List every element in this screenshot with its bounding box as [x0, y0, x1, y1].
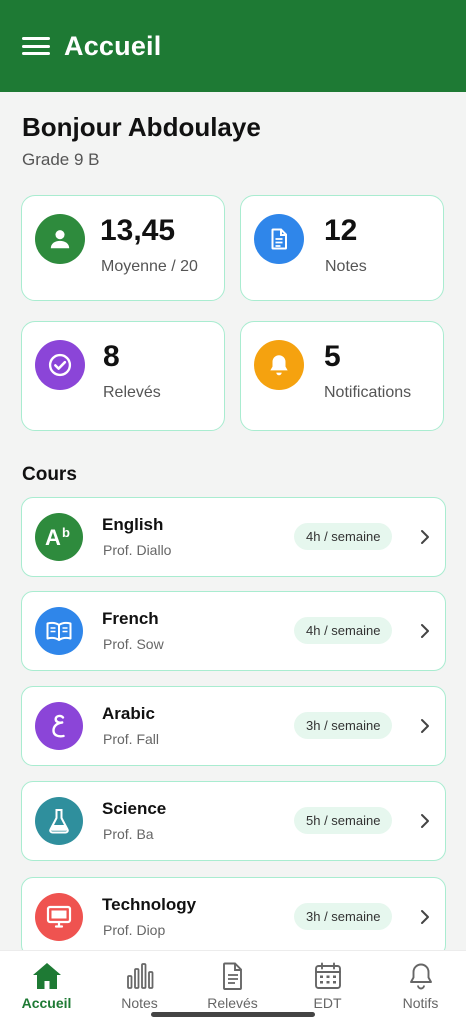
check-badge-icon: [35, 340, 85, 390]
hours-badge: 4h / semaine: [294, 523, 393, 550]
course-item-science[interactable]: Science Prof. Ba 5h / semaine: [21, 781, 446, 861]
bell-icon: [404, 959, 438, 993]
home-indicator: [151, 1012, 315, 1017]
language-ab-icon: Ab: [35, 513, 83, 561]
svg-text:b: b: [62, 525, 70, 540]
nav-label: EDT: [313, 995, 342, 1011]
course-item-arabic[interactable]: Arabic Prof. Fall 3h / semaine: [21, 686, 446, 766]
stat-card-notifications[interactable]: 5 Notifications: [240, 321, 444, 431]
chevron-right-icon: [415, 619, 435, 643]
stat-label: Notes: [325, 258, 367, 275]
nav-item-releves[interactable]: Relevés: [186, 951, 279, 1015]
monitor-icon: [35, 893, 83, 941]
course-name: French: [102, 609, 159, 628]
course-name: Arabic: [102, 704, 155, 723]
nav-item-accueil[interactable]: Accueil: [0, 951, 93, 1015]
nav-label: Notifs: [402, 995, 439, 1011]
chevron-right-icon: [415, 525, 435, 549]
nav-label: Accueil: [21, 995, 72, 1011]
bar-chart-icon: [123, 959, 157, 993]
course-teacher: Prof. Sow: [103, 636, 164, 652]
hours-badge: 3h / semaine: [294, 903, 393, 930]
nav-label: Notes: [121, 995, 158, 1011]
calendar-icon: [311, 959, 345, 993]
stat-value: 8: [103, 340, 120, 373]
course-name: Science: [102, 799, 167, 818]
stat-label: Relevés: [103, 384, 161, 401]
stat-value: 12: [324, 214, 358, 247]
course-teacher: Prof. Fall: [103, 731, 160, 747]
document-icon: [216, 959, 250, 993]
stat-card-releves[interactable]: 8 Relevés: [21, 321, 225, 431]
stat-card-notes[interactable]: 12 Notes: [240, 195, 444, 301]
stat-label: Notifications: [324, 384, 412, 401]
course-item-english[interactable]: Ab English Prof. Diallo 4h / semaine: [21, 497, 446, 577]
bell-icon: [254, 340, 304, 390]
course-name: Technology: [102, 895, 197, 914]
course-item-french[interactable]: French Prof. Sow 4h / semaine: [21, 591, 446, 671]
nav-item-notifs[interactable]: Notifs: [374, 951, 466, 1015]
nav-label: Relevés: [207, 995, 258, 1011]
course-item-technology[interactable]: Technology Prof. Diop 3h / semaine: [21, 877, 446, 957]
app-bar: Accueil: [0, 0, 466, 92]
chevron-right-icon: [415, 809, 435, 833]
greeting-title: Bonjour Abdoulaye: [22, 112, 261, 142]
page-title: Accueil: [64, 30, 162, 61]
user-icon: [35, 214, 85, 264]
nav-item-edt[interactable]: EDT: [281, 951, 374, 1015]
nav-item-notes[interactable]: Notes: [93, 951, 186, 1015]
hours-badge: 5h / semaine: [294, 807, 393, 834]
book-open-icon: [35, 607, 83, 655]
stat-card-average[interactable]: 13,45 Moyenne / 20: [21, 195, 225, 301]
stat-value: 13,45: [100, 214, 176, 247]
home-icon: [30, 959, 64, 993]
arabic-letter-icon: [35, 702, 83, 750]
stat-label: Moyenne / 20: [101, 258, 198, 275]
chevron-right-icon: [415, 905, 435, 929]
stat-value: 5: [324, 340, 341, 373]
course-teacher: Prof. Diallo: [103, 542, 172, 558]
flask-icon: [35, 797, 83, 845]
hours-badge: 4h / semaine: [294, 617, 393, 644]
document-icon: [254, 214, 304, 264]
menu-icon[interactable]: [22, 35, 50, 57]
grade-label: Grade 9 B: [22, 150, 100, 169]
courses-section-title: Cours: [22, 464, 77, 485]
course-teacher: Prof. Ba: [103, 826, 154, 842]
svg-text:A: A: [45, 525, 61, 550]
course-teacher: Prof. Diop: [103, 922, 166, 938]
course-name: English: [102, 515, 164, 534]
chevron-right-icon: [415, 714, 435, 738]
hours-badge: 3h / semaine: [294, 712, 393, 739]
